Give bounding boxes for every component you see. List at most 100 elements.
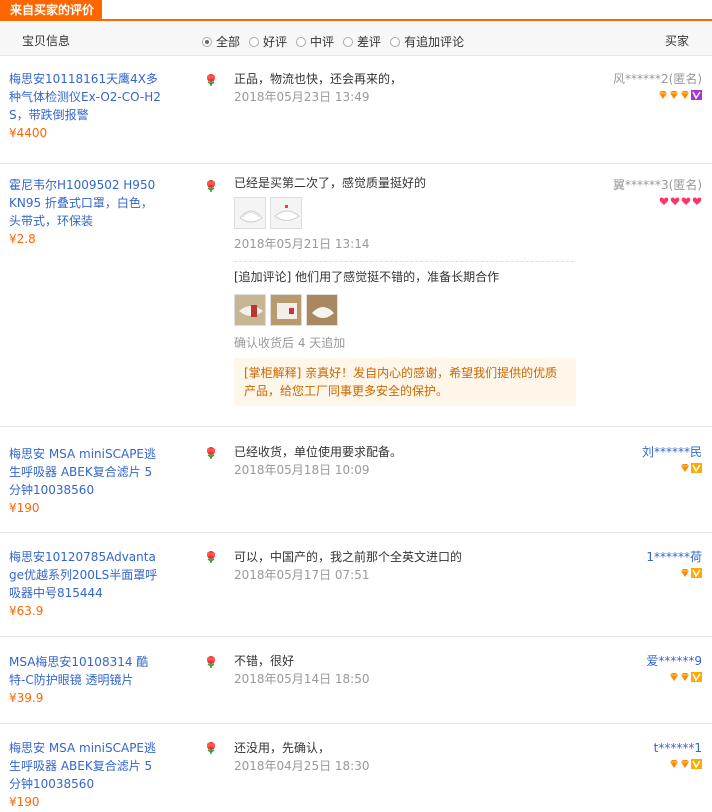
followup-photo-thumbnail[interactable] xyxy=(270,294,302,326)
product-info: 梅思安10118161天鹰4X多种气体检测仪Ex-O2-CO-H2S，带跌倒报警… xyxy=(9,70,161,142)
review-text: 已经收货，单位使用要求配备。 xyxy=(234,445,403,459)
radio-icon[interactable] xyxy=(296,36,307,47)
rating-filter-group: 全部 好评 中评 差评 有追加评论 xyxy=(202,33,473,50)
seller-reply: [掌柜解释] 亲真好！发自内心的感谢，希望我们提供的优质产品，给您工厂同事更多安… xyxy=(234,358,576,406)
buyer-credit-badges xyxy=(613,90,702,100)
radio-icon[interactable] xyxy=(390,36,401,47)
filter-neutral[interactable]: 中评 xyxy=(296,33,334,50)
product-price: ¥2.8 xyxy=(9,232,36,246)
filter-negative[interactable]: 差评 xyxy=(343,33,381,50)
review-content: 不错，很好 2018年05月14日 18:50 xyxy=(234,652,584,688)
buyer-name[interactable]: 刘******民 xyxy=(642,444,702,460)
review-text: 可以，中国产的，我之前那个全英文进口的 xyxy=(234,550,463,564)
review-content: 已经收货，单位使用要求配备。 2018年05月18日 10:09 xyxy=(234,443,584,479)
review-text: 正品，物流也快，还会再来的， xyxy=(234,72,403,86)
followup-photo-thumbnail[interactable] xyxy=(234,294,266,326)
buyer-credit-badges xyxy=(613,196,702,206)
vip-gold-icon xyxy=(691,463,702,473)
buyer-name[interactable]: t******1 xyxy=(654,740,702,756)
buyer-credit-badges xyxy=(646,568,702,578)
product-info: 梅思安10120785Advantage优越系列200LS半面罩呼吸器中号815… xyxy=(9,548,161,620)
review-content: 还没用，先确认， 2018年04月25日 18:30 xyxy=(234,739,584,775)
product-info: 霍尼韦尔H1009502 H950 KN95 折叠式口罩，白色，头带式，环保装 … xyxy=(9,176,161,248)
followup-text: [追加评论] 他们用了感觉挺不错的，准备长期合作 xyxy=(234,270,500,284)
review-row: 梅思安10118161天鹰4X多种气体检测仪Ex-O2-CO-H2S，带跌倒报警… xyxy=(0,57,712,164)
product-info: 梅思安 MSA miniSCAPE逃生呼吸器 ABEK复合滤片 5分钟10038… xyxy=(9,445,161,517)
vip-gold-icon xyxy=(691,568,702,578)
product-name-link[interactable]: 梅思安10120785Advantage优越系列200LS半面罩呼吸器中号815… xyxy=(9,548,161,602)
review-photos xyxy=(234,197,584,229)
buyer-column-header: 买家 xyxy=(665,34,690,48)
diamond-icon xyxy=(659,91,667,99)
vip-gold-icon xyxy=(691,672,702,682)
review-content: 已经是买第二次了，感觉质量挺好的 2018年05月21日 13:14 [追加评论… xyxy=(234,174,584,406)
vip-gold-icon xyxy=(691,759,702,769)
buyer-credit-badges xyxy=(642,463,702,473)
flower-icon xyxy=(207,551,215,563)
filter-label: 差评 xyxy=(357,35,382,49)
diamond-icon xyxy=(681,760,689,768)
review-date: 2018年04月25日 18:30 xyxy=(234,759,370,773)
heart-icon xyxy=(681,197,691,205)
tab-buyer-reviews[interactable]: 来自买家的评价 xyxy=(0,0,103,20)
heart-icon xyxy=(692,197,702,205)
diamond-icon xyxy=(670,91,678,99)
review-table-header: 宝贝信息 全部 好评 中评 差评 有追加评论 买家 xyxy=(0,22,712,56)
diamond-icon xyxy=(681,569,689,577)
buyer-name[interactable]: 翼******3(匿名) xyxy=(613,177,702,193)
radio-icon[interactable] xyxy=(249,36,260,47)
followup-photo-thumbnail[interactable] xyxy=(306,294,338,326)
product-price: ¥63.9 xyxy=(9,604,44,618)
heart-icon xyxy=(659,197,669,205)
review-text: 已经是买第二次了，感觉质量挺好的 xyxy=(234,176,427,190)
review-row: 梅思安 MSA miniSCAPE逃生呼吸器 ABEK复合滤片 5分钟10038… xyxy=(0,724,712,812)
product-price: ¥4400 xyxy=(9,126,48,140)
filter-positive[interactable]: 好评 xyxy=(249,33,287,50)
product-name-link[interactable]: 梅思安 MSA miniSCAPE逃生呼吸器 ABEK复合滤片 5分钟10038… xyxy=(9,739,161,793)
review-content: 可以，中国产的，我之前那个全英文进口的 2018年05月17日 07:51 xyxy=(234,548,584,584)
product-name-link[interactable]: 霍尼韦尔H1009502 H950 KN95 折叠式口罩，白色，头带式，环保装 xyxy=(9,176,161,230)
diamond-icon xyxy=(681,673,689,681)
product-name-link[interactable]: 梅思安 MSA miniSCAPE逃生呼吸器 ABEK复合滤片 5分钟10038… xyxy=(9,445,161,499)
radio-icon[interactable] xyxy=(343,36,354,47)
product-name-link[interactable]: MSA梅思安10108314 酷特-C防护眼镜 透明镜片 xyxy=(9,653,161,689)
review-date: 2018年05月14日 18:50 xyxy=(234,672,370,686)
filter-label: 有追加评论 xyxy=(404,35,465,49)
review-photo-thumbnail[interactable] xyxy=(270,197,302,229)
review-tab-bar: 来自买家的评价 xyxy=(0,0,712,21)
filter-label: 全部 xyxy=(216,35,241,49)
filter-followup[interactable]: 有追加评论 xyxy=(390,33,464,50)
diamond-icon xyxy=(670,673,678,681)
buyer-info: t******1 xyxy=(654,740,702,769)
review-date: 2018年05月17日 07:51 xyxy=(234,568,370,582)
buyer-credit-badges xyxy=(646,672,702,682)
radio-icon[interactable] xyxy=(202,36,212,47)
product-column-header: 宝贝信息 xyxy=(22,34,71,48)
buyer-name[interactable]: 1******荷 xyxy=(646,549,702,565)
buyer-info: 翼******3(匿名) xyxy=(613,177,702,206)
product-price: ¥39.9 xyxy=(9,691,44,705)
followup-divider xyxy=(234,261,574,262)
diamond-icon xyxy=(681,464,689,472)
flower-icon xyxy=(207,180,215,192)
buyer-info: 爱******9 xyxy=(646,653,702,682)
filter-label: 中评 xyxy=(310,35,335,49)
buyer-name[interactable]: 风******2(匿名) xyxy=(613,71,702,87)
review-text: 还没用，先确认， xyxy=(234,741,331,755)
filter-all[interactable]: 全部 xyxy=(202,33,240,50)
diamond-icon xyxy=(681,91,689,99)
product-info: MSA梅思安10108314 酷特-C防护眼镜 透明镜片 ¥39.9 xyxy=(9,653,161,707)
buyer-info: 风******2(匿名) xyxy=(613,71,702,100)
flower-icon xyxy=(207,447,215,459)
review-date: 2018年05月18日 10:09 xyxy=(234,463,370,477)
review-row: 梅思安 MSA miniSCAPE逃生呼吸器 ABEK复合滤片 5分钟10038… xyxy=(0,427,712,533)
review-row: 霍尼韦尔H1009502 H950 KN95 折叠式口罩，白色，头带式，环保装 … xyxy=(0,164,712,427)
filter-label: 好评 xyxy=(263,35,288,49)
review-photo-thumbnail[interactable] xyxy=(234,197,266,229)
product-name-link[interactable]: 梅思安10118161天鹰4X多种气体检测仪Ex-O2-CO-H2S，带跌倒报警 xyxy=(9,70,161,124)
product-price: ¥190 xyxy=(9,795,40,809)
flower-icon xyxy=(207,742,215,754)
review-date: 2018年05月23日 13:49 xyxy=(234,90,370,104)
buyer-credit-badges xyxy=(654,759,702,769)
buyer-name[interactable]: 爱******9 xyxy=(646,653,702,669)
